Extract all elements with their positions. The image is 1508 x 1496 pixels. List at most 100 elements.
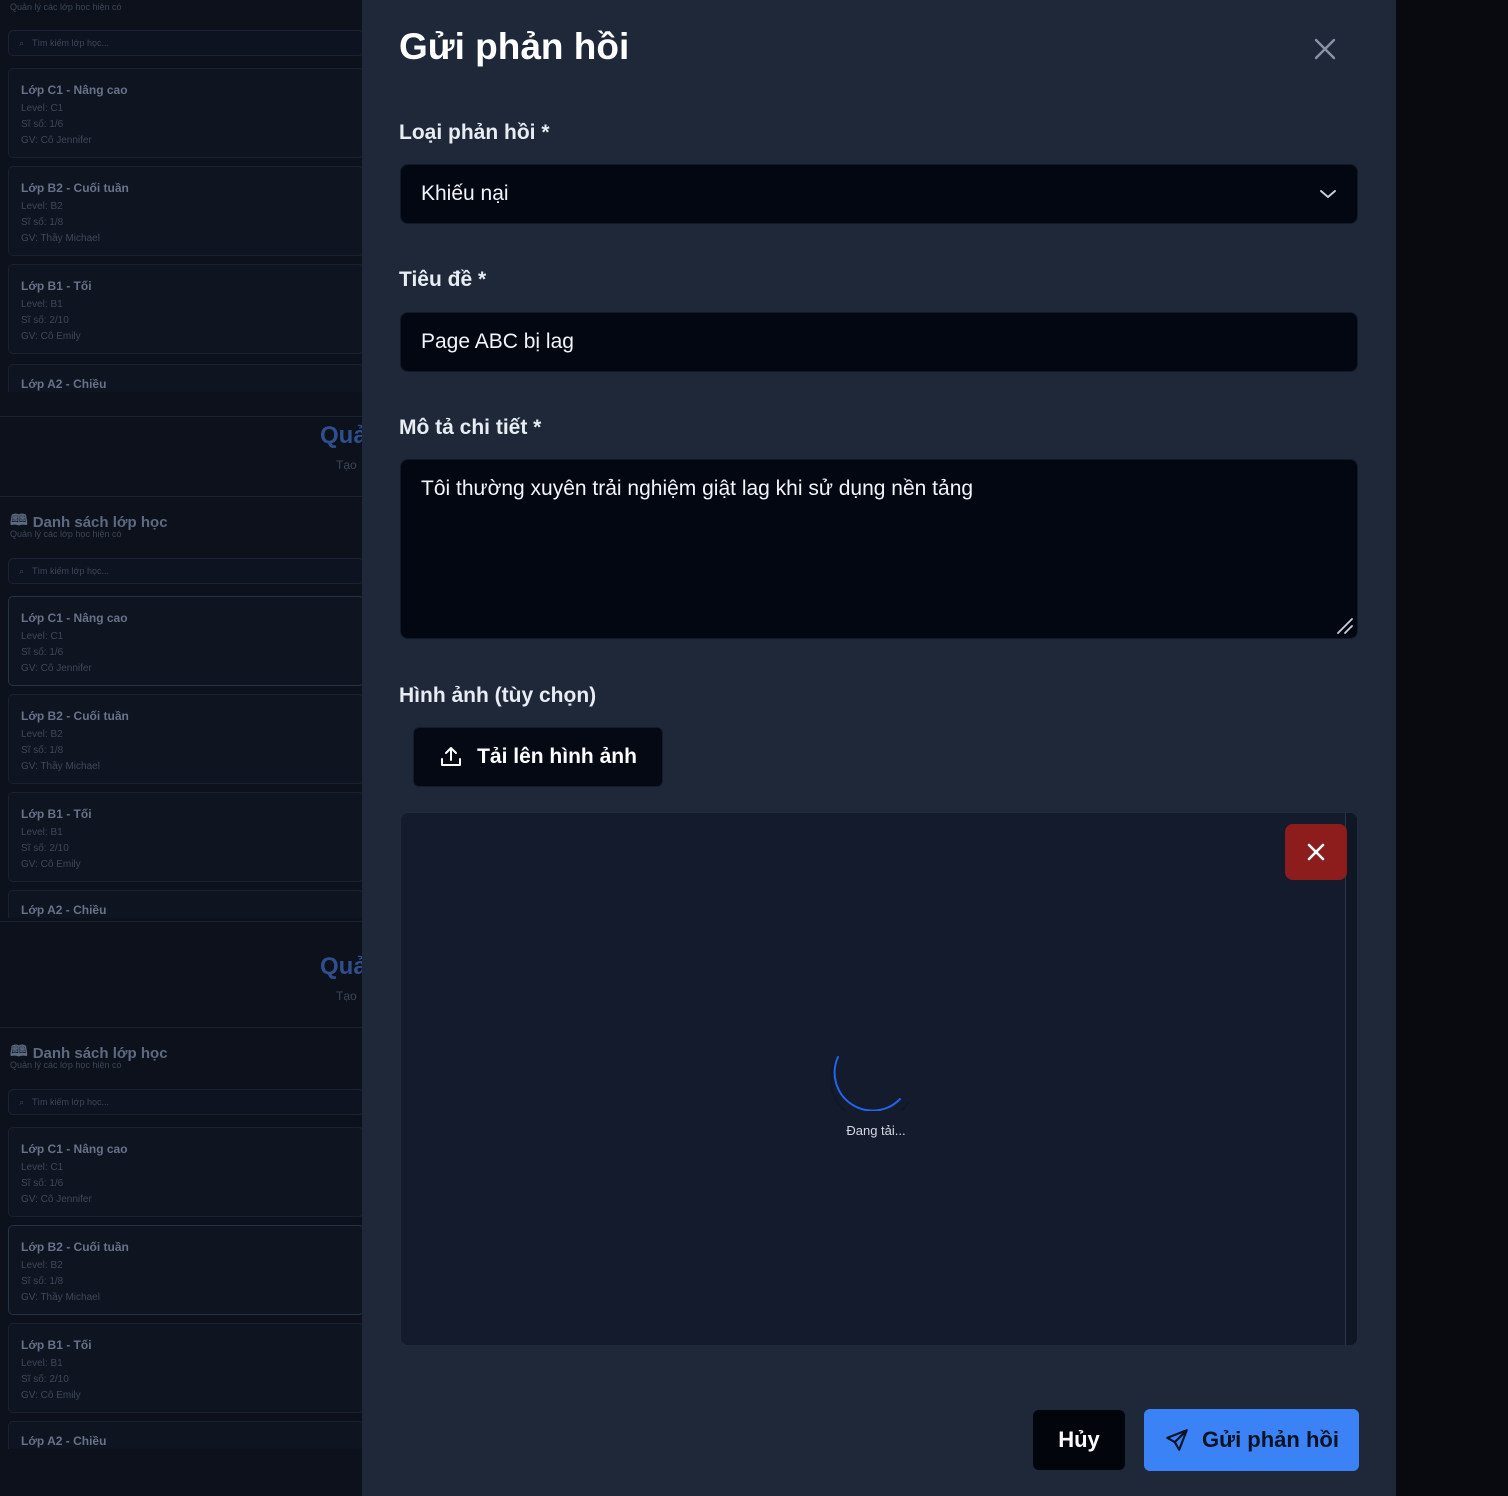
chevron-down-icon (1320, 190, 1336, 198)
search-icon: ⌕ (19, 37, 25, 48)
class-teacher: GV: Thầy Michael (21, 1292, 100, 1303)
subject-value: Page ABC bị lag (421, 330, 574, 353)
search-icon: ⌕ (19, 565, 25, 576)
class-size: Sĩ số: 1/6 (21, 647, 64, 658)
partial-heading: Quả (320, 422, 362, 449)
class-level: Level: B2 (21, 1260, 63, 1271)
class-size: Sĩ số: 2/10 (21, 843, 69, 854)
class-title: Lớp B2 - Cuối tuần (21, 181, 129, 195)
modal-title: Gửi phản hồi (399, 26, 630, 67)
section-subtitle: Quản lý các lớp học hiện có (10, 529, 122, 539)
feedback-type-value: Khiếu nại (421, 182, 509, 205)
search-icon: ⌕ (19, 1096, 25, 1107)
class-search-input[interactable]: ⌕ Tìm kiếm lớp học... (8, 1089, 362, 1115)
class-title: Lớp C1 - Nâng cao (21, 1142, 128, 1156)
class-teacher: GV: Cô Emily (21, 859, 81, 870)
class-teacher: GV: Cô Emily (21, 1390, 81, 1401)
close-button[interactable] (1312, 36, 1338, 62)
partial-heading: Quả (320, 953, 362, 980)
background-page: Quản lý các lớp học hiện có ⌕ Tìm kiếm l… (0, 0, 362, 1496)
class-level: Level: C1 (21, 631, 64, 642)
partial-subheading: Tạo (336, 458, 357, 472)
class-size: Sĩ số: 1/8 (21, 745, 64, 756)
class-teacher: GV: Cô Jennifer (21, 663, 92, 674)
class-search-input[interactable]: ⌕ Tìm kiếm lớp học... (8, 558, 362, 584)
image-label: Hình ảnh (tùy chọn) (399, 684, 597, 707)
class-list-section-3: 🕮 Danh sách lớp học Quản lý các lớp học … (0, 1031, 362, 1461)
loading-text: Đang tải... (846, 1123, 906, 1138)
class-card[interactable]: Lớp C1 - Nâng cao Level: C1 Sĩ số: 1/6 G… (8, 596, 362, 686)
class-teacher: GV: Cô Emily (21, 331, 81, 342)
class-title: Lớp A2 - Chiều (21, 1434, 107, 1448)
class-title: Lớp B1 - Tối (21, 807, 92, 821)
remove-image-button[interactable] (1285, 824, 1347, 880)
class-level: Level: C1 (21, 1162, 64, 1173)
class-title: Lớp B2 - Cuối tuần (21, 1240, 129, 1254)
class-card[interactable]: Lớp B2 - Cuối tuần Level: B2 Sĩ số: 1/8 … (8, 694, 362, 784)
class-card[interactable]: Lớp C1 - Nâng cao Level: C1 Sĩ số: 1/6 G… (8, 1127, 362, 1217)
search-placeholder: Tìm kiếm lớp học... (32, 566, 109, 576)
resize-handle-icon[interactable] (1334, 615, 1354, 635)
class-teacher: GV: Cô Jennifer (21, 1194, 92, 1205)
close-icon (1314, 38, 1336, 60)
class-title: Lớp C1 - Nâng cao (21, 611, 128, 625)
class-card[interactable]: Lớp B1 - Tối Level: B1 Sĩ số: 2/10 GV: C… (8, 264, 362, 354)
class-title: Lớp B1 - Tối (21, 279, 92, 293)
description-textarea[interactable]: Tôi thường xuyên trải nghiệm giật lag kh… (400, 459, 1358, 639)
loading-spinner-icon (830, 1056, 909, 1111)
class-size: Sĩ số: 1/8 (21, 1276, 64, 1287)
class-card[interactable]: Lớp A2 - Chiều (8, 364, 362, 392)
feedback-type-label: Loại phản hồi * (399, 121, 550, 144)
class-list-section-2: 🕮 Danh sách lớp học Quản lý các lớp học … (0, 500, 362, 925)
class-level: Level: B2 (21, 729, 63, 740)
divider (0, 921, 362, 922)
class-size: Sĩ số: 2/10 (21, 315, 69, 326)
class-title: Lớp A2 - Chiều (21, 377, 107, 391)
divider (0, 1027, 362, 1028)
class-card[interactable]: Lớp B1 - Tối Level: B1 Sĩ số: 2/10 GV: C… (8, 792, 362, 882)
class-card[interactable]: Lớp B1 - Tối Level: B1 Sĩ số: 2/10 GV: C… (8, 1323, 362, 1413)
class-card[interactable]: Lớp C1 - Nâng cao Level: C1 Sĩ số: 1/6 G… (8, 68, 362, 158)
description-label: Mô tả chi tiết * (399, 416, 542, 439)
class-level: Level: B1 (21, 299, 63, 310)
subject-input[interactable]: Page ABC bị lag (400, 312, 1358, 372)
class-level: Level: B2 (21, 201, 63, 212)
class-title: Lớp C1 - Nâng cao (21, 83, 128, 97)
subject-label: Tiêu đề * (399, 268, 487, 291)
preview-image-edge (1345, 813, 1357, 1345)
divider (0, 416, 362, 417)
upload-label: Tải lên hình ảnh (477, 745, 637, 768)
class-size: Sĩ số: 1/8 (21, 217, 64, 228)
description-value: Tôi thường xuyên trải nghiệm giật lag kh… (421, 477, 974, 500)
feedback-modal: Gửi phản hồi Loại phản hồi * Khiếu nại T… (362, 0, 1396, 1496)
class-size: Sĩ số: 2/10 (21, 1374, 69, 1385)
section-subtitle: Quản lý các lớp học hiện có (10, 2, 122, 12)
class-card[interactable]: Lớp A2 - Chiều (8, 1421, 362, 1449)
class-title: Lớp B1 - Tối (21, 1338, 92, 1352)
class-size: Sĩ số: 1/6 (21, 1178, 64, 1189)
close-icon (1307, 843, 1325, 861)
class-search-input[interactable]: ⌕ Tìm kiếm lớp học... (8, 30, 362, 56)
class-card[interactable]: Lớp B2 - Cuối tuần Level: B2 Sĩ số: 1/8 … (8, 166, 362, 256)
submit-label: Gửi phản hồi (1202, 1427, 1339, 1452)
submit-feedback-button[interactable]: Gửi phản hồi (1144, 1409, 1359, 1471)
class-title: Lớp B2 - Cuối tuần (21, 709, 129, 723)
class-level: Level: B1 (21, 827, 63, 838)
partial-subheading: Tạo (336, 989, 357, 1003)
search-placeholder: Tìm kiếm lớp học... (32, 1097, 109, 1107)
class-level: Level: B1 (21, 1358, 63, 1369)
upload-image-button[interactable]: Tải lên hình ảnh (413, 727, 663, 787)
class-card[interactable]: Lớp A2 - Chiều (8, 890, 362, 918)
class-card[interactable]: Lớp B2 - Cuối tuần Level: B2 Sĩ số: 1/8 … (8, 1225, 362, 1315)
class-teacher: GV: Cô Jennifer (21, 135, 92, 146)
search-placeholder: Tìm kiếm lớp học... (32, 38, 109, 48)
class-size: Sĩ số: 1/6 (21, 119, 64, 130)
upload-icon (441, 747, 462, 766)
divider (0, 496, 362, 497)
class-level: Level: C1 (21, 103, 64, 114)
feedback-type-select[interactable]: Khiếu nại (400, 164, 1358, 224)
cancel-button[interactable]: Hủy (1033, 1410, 1125, 1470)
backdrop-overlay[interactable] (1396, 0, 1508, 1496)
class-teacher: GV: Thầy Michael (21, 233, 100, 244)
send-icon (1166, 1429, 1188, 1451)
